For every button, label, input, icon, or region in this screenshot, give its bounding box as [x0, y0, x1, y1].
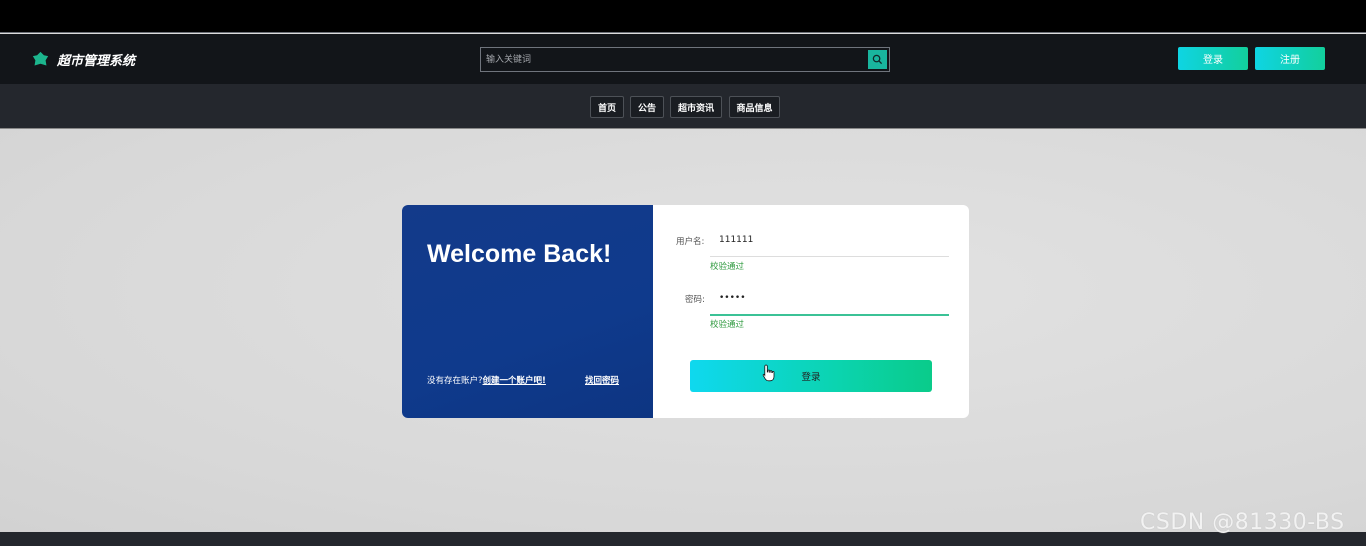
password-underline [710, 314, 949, 316]
register-prompt: 没有存在账户?创建一个账户吧! [427, 374, 546, 386]
password-hint: 校验通过 [710, 320, 745, 330]
leaf-logo-icon [32, 51, 49, 66]
username-label: 用户名: [676, 237, 705, 247]
nav-item-news[interactable]: 超市资讯 [670, 96, 722, 118]
create-account-link[interactable]: 创建一个账户吧! [483, 376, 546, 386]
header: 超市管理系统 登录 注册 [0, 34, 1366, 84]
watermark: CSDN @81330-BS [1140, 510, 1345, 535]
login-card: Welcome Back! 没有存在账户?创建一个账户吧! 找回密码 用户名: … [402, 205, 969, 418]
no-account-text: 没有存在账户? [427, 376, 483, 386]
top-strip [0, 0, 1366, 33]
nav-item-home[interactable]: 首页 [590, 96, 624, 118]
password-label: 密码: [685, 295, 705, 305]
search-icon [872, 54, 883, 65]
search-input[interactable] [481, 48, 868, 71]
header-register-button[interactable]: 注册 [1255, 47, 1325, 70]
search-button[interactable] [868, 50, 887, 69]
forgot-password-link[interactable]: 找回密码 [585, 374, 619, 386]
password-input[interactable]: ••••• [719, 293, 746, 303]
nav-item-announcements[interactable]: 公告 [630, 96, 664, 118]
hand-cursor-icon [762, 364, 775, 382]
welcome-heading: Welcome Back! [427, 240, 612, 268]
logo[interactable]: 超市管理系统 [32, 50, 135, 69]
app-title: 超市管理系统 [57, 54, 136, 69]
username-underline [710, 256, 949, 257]
search-bar [480, 47, 890, 72]
login-button[interactable]: 登录 [690, 360, 932, 392]
nav-bar: 首页 公告 超市资讯 商品信息 [0, 84, 1366, 129]
welcome-panel: Welcome Back! 没有存在账户?创建一个账户吧! 找回密码 [402, 205, 653, 418]
header-login-button[interactable]: 登录 [1178, 47, 1248, 70]
nav-item-products[interactable]: 商品信息 [729, 96, 780, 118]
username-input[interactable]: 111111 [719, 235, 753, 245]
username-hint: 校验通过 [710, 262, 745, 272]
